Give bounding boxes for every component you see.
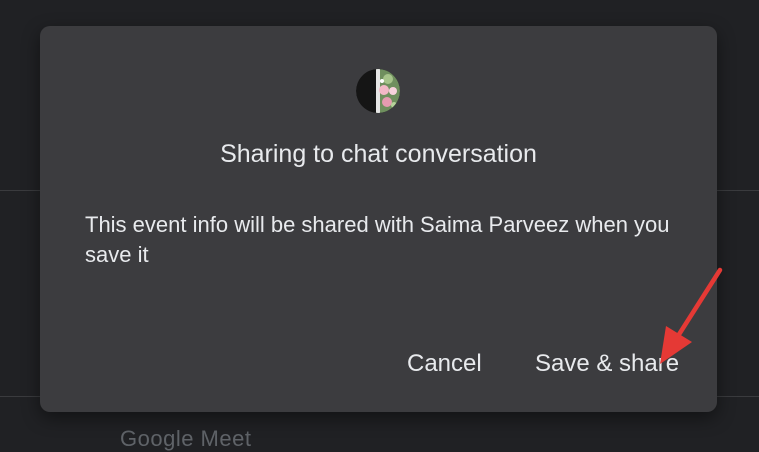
red-arrow-icon (660, 267, 723, 364)
cancel-button[interactable]: Cancel (407, 346, 482, 382)
dialog-title: Sharing to chat conversation (220, 140, 537, 168)
background-list-item-label: Google Meet (120, 426, 252, 451)
dialog-message: This event info will be shared with Saim… (85, 212, 670, 267)
contact-avatar-icon (356, 69, 400, 113)
share-dialog: Sharing to chat conversation This event … (40, 26, 717, 412)
